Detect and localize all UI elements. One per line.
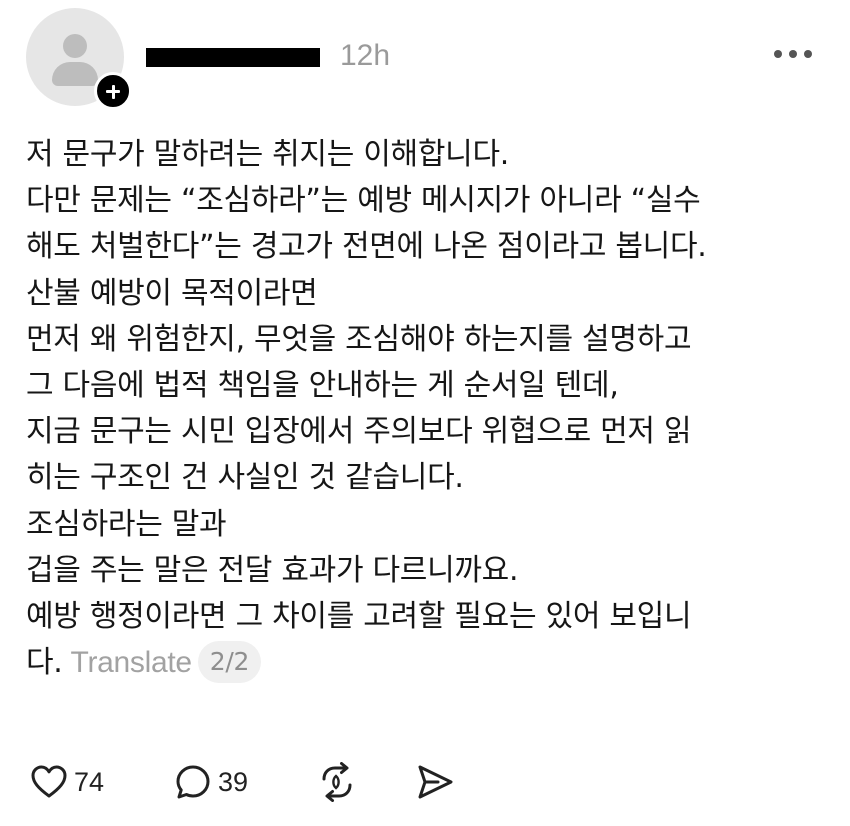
- post-text-line: 해도 처벌한다”는 경고가 전면에 나온 점이라고 봅니다.: [26, 229, 707, 265]
- post-timestamp: 12h: [340, 39, 391, 72]
- default-avatar-icon: [63, 34, 87, 58]
- translate-link[interactable]: Translate: [71, 646, 193, 679]
- follow-button[interactable]: [94, 72, 132, 110]
- comment-icon: [176, 765, 210, 799]
- repost-icon: [322, 762, 352, 802]
- post-text-line: 다만 문제는 “조심하라”는 예방 메시지가 아니라 “실수: [26, 183, 701, 219]
- post-body: 저 문구가 말하려는 취지는 이해합니다. 다만 문제는 “조심하라”는 예방 …: [26, 132, 826, 686]
- post-text-line: 예방 행정이라면 그 차이를 고려할 필요는 있어 보입니: [26, 599, 692, 635]
- post-text-line: 저 문구가 말하려는 취지는 이해합니다.: [26, 137, 509, 172]
- default-avatar-body: [52, 62, 98, 86]
- post-text-line: 조심하라는 말과: [26, 506, 227, 542]
- send-icon: [418, 765, 453, 799]
- reply-count: 39: [218, 766, 249, 797]
- post-text-line: 지금 문구는 시민 입장에서 주의보다 위협으로 먼저 읽: [26, 414, 692, 450]
- post-text-line: 겁을 주는 말은 전달 효과가 다르니까요.: [26, 552, 519, 588]
- more-options-button[interactable]: [768, 40, 818, 68]
- reply-button[interactable]: 39: [174, 760, 248, 804]
- username-redacted[interactable]: [146, 48, 320, 67]
- repost-button[interactable]: [316, 760, 358, 804]
- post-text-line: 먼저 왜 위험한지, 무엇을 조심해야 하는지를 설명하고: [26, 321, 692, 357]
- post-action-bar: 74 39: [26, 760, 826, 804]
- page-indicator-badge: 2/2: [197, 641, 262, 684]
- share-button[interactable]: [414, 760, 456, 804]
- like-count: 74: [74, 766, 105, 797]
- like-button[interactable]: 74: [30, 760, 104, 804]
- post-text-tail: 다.: [26, 645, 63, 681]
- thread-post: 12h 저 문구가 말하려는 취지는 이해합니다. 다만 문제는 “조심하라”는…: [0, 0, 850, 826]
- more-horizontal-icon: [774, 50, 782, 58]
- heart-icon: [31, 765, 67, 798]
- post-text-last-line: 다. Translate 2/2: [26, 640, 826, 686]
- post-text-line: 그 다음에 법적 책임을 안내하는 게 순서일 텐데,: [26, 368, 619, 404]
- post-text-line: 산불 예방이 목적이라면: [26, 275, 318, 311]
- post-text-line: 히는 구조인 건 사실인 것 같습니다.: [26, 460, 464, 496]
